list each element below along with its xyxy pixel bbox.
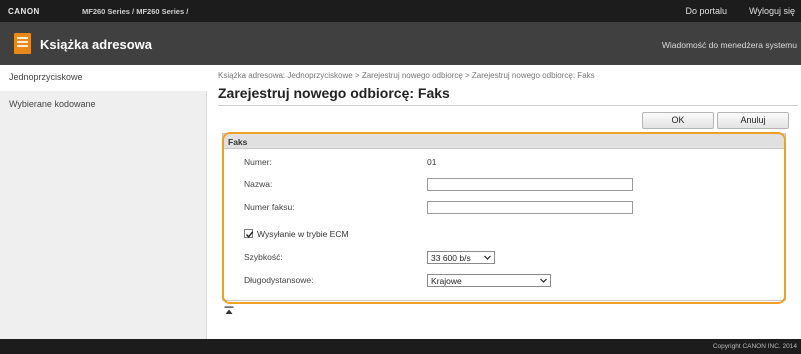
portal-link[interactable]: Do portalu bbox=[685, 6, 727, 16]
main-content: Książka adresowa: Jednoprzyciskowe > Zar… bbox=[208, 65, 801, 339]
chevron-down-icon bbox=[540, 278, 547, 283]
sidebar: Jednoprzyciskowe Wybierane kodowane bbox=[0, 65, 207, 339]
ecm-checkbox[interactable] bbox=[244, 229, 254, 238]
name-field[interactable] bbox=[427, 178, 633, 191]
sidebar-item-one-touch[interactable]: Jednoprzyciskowe bbox=[0, 65, 207, 91]
checkmark-icon bbox=[245, 231, 254, 238]
number-value: 01 bbox=[427, 157, 437, 167]
ecm-label: Wysyłanie w trybie ECM bbox=[257, 229, 349, 239]
name-label: Nazwa: bbox=[244, 179, 273, 189]
title-divider bbox=[218, 105, 798, 106]
breadcrumb: Książka adresowa: Jednoprzyciskowe > Zar… bbox=[218, 71, 595, 80]
ok-button[interactable]: OK bbox=[642, 112, 714, 129]
back-to-top-icon[interactable] bbox=[224, 306, 234, 316]
app-title: Książka adresowa bbox=[40, 37, 153, 52]
fax-number-field[interactable] bbox=[427, 201, 633, 214]
page-title: Zarejestruj nowego odbiorcę: Faks bbox=[218, 85, 450, 101]
long-distance-label: Długodystansowe: bbox=[244, 275, 314, 285]
speed-select-value: 33 600 b/s bbox=[431, 253, 471, 263]
top-bar: CANON MF260 Series / MF260 Series / Do p… bbox=[0, 0, 801, 22]
chevron-down-icon bbox=[484, 255, 491, 260]
cancel-button[interactable]: Anuluj bbox=[717, 112, 789, 129]
footer: Copyright CANON INC. 2014 bbox=[0, 339, 801, 354]
device-model: MF260 Series / MF260 Series / bbox=[82, 7, 189, 16]
brand-logo: CANON bbox=[8, 7, 40, 16]
logout-link[interactable]: Wyloguj się bbox=[749, 6, 795, 16]
app-header: Książka adresowa Wiadomość do menedżera … bbox=[0, 22, 801, 65]
speed-select[interactable]: 33 600 b/s bbox=[427, 251, 495, 264]
sidebar-item-coded-dial[interactable]: Wybierane kodowane bbox=[0, 92, 207, 118]
speed-label: Szybkość: bbox=[244, 252, 283, 262]
panel-header: Faks bbox=[223, 134, 785, 149]
long-distance-select-value: Krajowe bbox=[431, 276, 462, 286]
copyright-text: Copyright CANON INC. 2014 bbox=[712, 343, 797, 350]
admin-message-link[interactable]: Wiadomość do menedżera systemu bbox=[662, 40, 797, 50]
address-book-icon bbox=[14, 33, 31, 54]
fax-settings-panel: Faks Numer: 01 Nazwa: Numer faksu: Wysył… bbox=[222, 133, 786, 301]
long-distance-select[interactable]: Krajowe bbox=[427, 274, 551, 287]
fax-number-label: Numer faksu: bbox=[244, 202, 295, 212]
number-label: Numer: bbox=[244, 157, 272, 167]
